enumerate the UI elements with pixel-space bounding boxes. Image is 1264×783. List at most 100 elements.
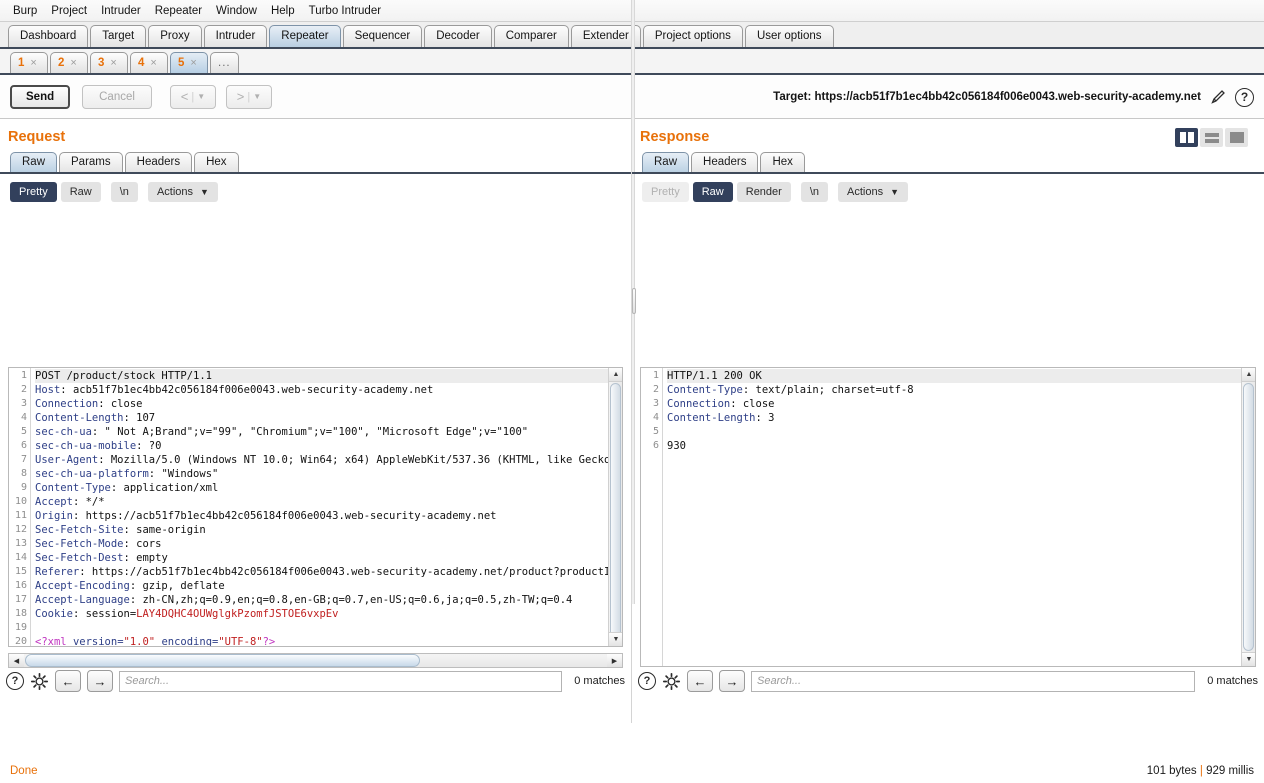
code-segment: HTTP/1.1 200 OK: [667, 370, 762, 382]
forward-history-button[interactable]: > | ▼: [226, 85, 272, 109]
request-actions-label: Actions: [157, 186, 193, 198]
menu-item-turbo-intruder[interactable]: Turbo Intruder: [302, 3, 388, 19]
response-mode-render[interactable]: Render: [737, 182, 791, 202]
menu-item-burp[interactable]: Burp: [6, 3, 44, 19]
scroll-thumb[interactable]: [610, 383, 621, 647]
code-segment: Sec-Fetch-Mode: [35, 538, 124, 550]
repeater-tab-2[interactable]: 2×: [50, 52, 88, 73]
menu-item-help[interactable]: Help: [264, 3, 302, 19]
scroll-thumb[interactable]: [1243, 383, 1254, 651]
repeater-tab-3[interactable]: 3×: [90, 52, 128, 73]
close-icon[interactable]: ×: [110, 57, 116, 69]
response-mode-pretty[interactable]: Pretty: [642, 182, 689, 202]
close-icon[interactable]: ×: [150, 57, 156, 69]
tab-target[interactable]: Target: [90, 25, 146, 47]
send-button[interactable]: Send: [10, 85, 70, 109]
help-icon[interactable]: ?: [638, 672, 656, 690]
response-tab-hex[interactable]: Hex: [760, 152, 804, 172]
code-segment: : " Not A;Brand";v="99", "Chromium";v="1…: [92, 426, 528, 438]
response-actions-button[interactable]: Actions▼: [838, 182, 908, 202]
response-mode-raw[interactable]: Raw: [693, 182, 733, 202]
scroll-up-arrow-icon[interactable]: ▲: [609, 368, 623, 382]
request-horizontal-scrollbar[interactable]: ◀ ▶: [8, 653, 623, 668]
menu-item-repeater[interactable]: Repeater: [148, 3, 209, 19]
code-segment: : gzip, deflate: [130, 580, 225, 592]
gear-icon[interactable]: [662, 672, 681, 691]
request-tab-raw[interactable]: Raw: [10, 152, 57, 172]
response-vertical-scrollbar[interactable]: ▲ ▼: [1241, 368, 1255, 666]
request-mode-n[interactable]: \n: [111, 182, 138, 202]
response-tab-headers[interactable]: Headers: [691, 152, 758, 172]
code-line: sec-ch-ua-platform: "Windows": [35, 467, 622, 481]
search-previous-button[interactable]: ←: [55, 670, 81, 692]
tab-sequencer[interactable]: Sequencer: [343, 25, 423, 47]
request-code-area[interactable]: POST /product/stock HTTP/1.1Host: acb51f…: [31, 368, 622, 646]
response-editor[interactable]: 123456 HTTP/1.1 200 OKContent-Type: text…: [640, 367, 1256, 667]
response-tab-raw[interactable]: Raw: [642, 152, 689, 172]
gear-icon[interactable]: [30, 672, 49, 691]
scroll-right-arrow-icon[interactable]: ▶: [607, 654, 622, 667]
repeater-tab-4[interactable]: 4×: [130, 52, 168, 73]
close-icon[interactable]: ×: [30, 57, 36, 69]
request-tab-params[interactable]: Params: [59, 152, 123, 172]
code-segment: : https://acb51f7b1ec4bb42c056184f006e00…: [79, 566, 622, 578]
code-line: Content-Type: text/plain; charset=utf-8: [667, 383, 1255, 397]
scroll-left-arrow-icon[interactable]: ◀: [9, 654, 24, 667]
line-number: 12: [9, 523, 30, 537]
response-search-input[interactable]: Search...: [751, 671, 1195, 692]
repeater-tab-1[interactable]: 1×: [10, 52, 48, 73]
tab-user-options[interactable]: User options: [745, 25, 834, 47]
line-number: 17: [9, 593, 30, 607]
request-mode-raw[interactable]: Raw: [61, 182, 101, 202]
request-actions-button[interactable]: Actions▼: [148, 182, 218, 202]
menu-item-project[interactable]: Project: [44, 3, 94, 19]
request-editor[interactable]: 1234567891011121314151617181920 POST /pr…: [8, 367, 623, 647]
search-previous-button[interactable]: ←: [687, 670, 713, 692]
request-vertical-scrollbar[interactable]: ▲ ▼: [608, 368, 622, 646]
tab-intruder[interactable]: Intruder: [204, 25, 268, 47]
back-arrow-icon: <: [181, 89, 189, 104]
pencil-icon[interactable]: [1209, 88, 1227, 106]
scroll-down-arrow-icon[interactable]: ▼: [609, 632, 623, 646]
tab-proxy[interactable]: Proxy: [148, 25, 201, 47]
search-next-button[interactable]: →: [719, 670, 745, 692]
menu-item-intruder[interactable]: Intruder: [94, 3, 148, 19]
tab-project-options[interactable]: Project options: [643, 25, 743, 47]
tab-comparer[interactable]: Comparer: [494, 25, 569, 47]
menu-item-window[interactable]: Window: [209, 3, 264, 19]
request-search-input[interactable]: Search...: [119, 671, 562, 692]
search-next-button[interactable]: →: [87, 670, 113, 692]
repeater-tab-5[interactable]: 5×: [170, 52, 208, 73]
scroll-up-arrow-icon[interactable]: ▲: [1242, 368, 1256, 382]
response-search-bar: ? ← →: [638, 668, 1258, 694]
request-mode-pretty[interactable]: Pretty: [10, 182, 57, 202]
code-segment: Accept: [35, 496, 73, 508]
scroll-down-arrow-icon[interactable]: ▼: [1242, 652, 1256, 666]
code-segment: Connection: [667, 398, 730, 410]
request-subtab-bar: RawParamsHeadersHex: [0, 152, 631, 174]
layout-single-pane-button[interactable]: [1225, 128, 1248, 147]
response-code-area[interactable]: HTTP/1.1 200 OKContent-Type: text/plain;…: [663, 368, 1255, 666]
tab-decoder[interactable]: Decoder: [424, 25, 491, 47]
back-history-button[interactable]: < | ▼: [170, 85, 216, 109]
tab-repeater[interactable]: Repeater: [269, 25, 340, 47]
code-segment: : acb51f7b1ec4bb42c056184f006e0043.web-s…: [60, 384, 433, 396]
response-subtab-bar: RawHeadersHex: [632, 152, 1264, 174]
layout-split-horizontal-button[interactable]: [1200, 128, 1223, 147]
code-line: Accept-Language: zh-CN,zh;q=0.9,en;q=0.8…: [35, 593, 622, 607]
scroll-thumb-horizontal[interactable]: [25, 654, 420, 667]
tab-dashboard[interactable]: Dashboard: [8, 25, 88, 47]
repeater-tab-new[interactable]: ...: [210, 52, 239, 73]
layout-split-vertical-button[interactable]: [1175, 128, 1198, 147]
close-icon[interactable]: ×: [190, 57, 196, 69]
request-tab-headers[interactable]: Headers: [125, 152, 192, 172]
request-tab-hex[interactable]: Hex: [194, 152, 238, 172]
repeater-tab-label: 5: [178, 57, 184, 69]
close-icon[interactable]: ×: [70, 57, 76, 69]
help-icon[interactable]: ?: [6, 672, 24, 690]
response-mode-n[interactable]: \n: [801, 182, 828, 202]
request-line-numbers: 1234567891011121314151617181920: [9, 368, 31, 646]
help-icon[interactable]: ?: [1235, 88, 1254, 107]
code-segment: LAY4DQHC4OUWglgkPzomfJSTOE6vxpEv: [136, 608, 338, 620]
cancel-button[interactable]: Cancel: [82, 85, 152, 109]
